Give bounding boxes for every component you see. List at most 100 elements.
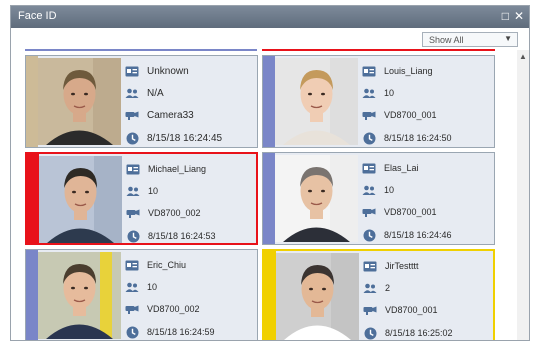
card-time-row: 8/15/18 16:24:53: [126, 228, 216, 244]
card-time-row: 8/15/18 16:24:50: [362, 130, 452, 146]
clock-icon: [125, 325, 139, 339]
card-group-text: 10: [148, 186, 159, 196]
clock-icon: [362, 131, 376, 145]
scroll-up-icon[interactable]: ▲: [519, 52, 527, 61]
card-name-text: Elas_Lai: [384, 163, 419, 173]
people-icon: [126, 184, 140, 198]
card-group-text: 10: [384, 88, 395, 98]
face-card[interactable]: Elas_Lai 10 VD8700_001 8/15/18 16:24:46: [262, 152, 495, 245]
id-card-icon: [126, 162, 140, 176]
card-name-row: Eric_Chiu: [125, 257, 186, 273]
card-group-row: 10: [125, 279, 157, 295]
maximize-icon[interactable]: □: [502, 9, 509, 23]
card-camera-text: VD8700_001: [384, 207, 437, 217]
card-time-text: 8/15/18 16:25:02: [385, 328, 453, 338]
filter-dropdown[interactable]: Show All ▼: [422, 32, 518, 47]
face-photo: [276, 253, 359, 340]
camera-icon: [363, 303, 377, 317]
status-bar: [26, 250, 38, 340]
card-camera-row: VD8700_001: [362, 107, 437, 123]
card-name-row: Louis_Liang: [362, 63, 433, 79]
card-name-text: Eric_Chiu: [147, 260, 187, 270]
card-camera-text: VD8700_002: [147, 304, 200, 314]
card-group-text: 10: [147, 282, 158, 292]
card-group-row: 2: [363, 280, 390, 296]
face-card[interactable]: Louis_Liang 10 VD8700_001 8/15/18 16:24:50: [262, 55, 495, 148]
card-group-text: N/A: [147, 87, 164, 99]
card-camera-row: VD8700_001: [363, 302, 438, 318]
status-bar: [264, 251, 276, 340]
title-bar: Face ID □ ✕: [11, 6, 529, 28]
id-card-icon: [125, 258, 139, 272]
camera-icon: [125, 302, 139, 316]
card-time-text: 8/15/18 16:24:50: [384, 133, 452, 143]
card-time-row: 8/15/18 16:24:46: [362, 227, 452, 243]
face-card[interactable]: Eric_Chiu 10 VD8700_002 8/15/18 16:24:59: [25, 249, 258, 340]
card-camera-text: VD8700_001: [385, 305, 438, 315]
face-id-window: Face ID □ ✕ Show All ▼ ▲ Unknown N/A Camer…: [10, 5, 530, 341]
camera-icon: [126, 206, 140, 220]
id-card-icon: [362, 64, 376, 78]
column-divider-right: [262, 49, 495, 51]
face-card[interactable]: Michael_Liang 10 VD8700_002 8/15/18 16:24:5…: [25, 152, 258, 245]
status-bar: [27, 154, 39, 243]
card-group-row: 10: [362, 85, 394, 101]
chevron-down-icon[interactable]: ▼: [504, 34, 512, 43]
card-camera-text: Camera33: [147, 109, 194, 121]
card-camera-text: VD8700_002: [148, 208, 201, 218]
people-icon: [363, 281, 377, 295]
status-bar: [26, 56, 38, 147]
people-icon: [362, 86, 376, 100]
card-name-text: Michael_Liang: [148, 164, 207, 174]
card-name-text: Unknown: [147, 65, 189, 77]
id-card-icon: [125, 64, 139, 78]
card-camera-row: VD8700_002: [126, 205, 201, 221]
scrollbar[interactable]: ▲: [517, 50, 529, 340]
clock-icon: [362, 228, 376, 242]
id-card-icon: [362, 161, 376, 175]
people-icon: [125, 280, 139, 294]
card-camera-row: Camera33: [125, 107, 194, 123]
people-icon: [362, 183, 376, 197]
card-time-row: 8/15/18 16:24:45: [125, 130, 222, 146]
card-group-row: 10: [126, 183, 158, 199]
card-name-row: Elas_Lai: [362, 160, 419, 176]
filter-selected-value: Show All: [429, 35, 464, 45]
card-time-row: 8/15/18 16:25:02: [363, 325, 453, 340]
camera-icon: [362, 205, 376, 219]
card-group-text: 10: [384, 185, 395, 195]
card-time-text: 8/15/18 16:24:45: [147, 132, 223, 144]
face-photo: [38, 58, 121, 145]
face-photo: [275, 155, 358, 242]
card-group-row: N/A: [125, 85, 164, 101]
clock-icon: [125, 131, 139, 145]
card-name-text: JirTestttt: [385, 261, 419, 271]
card-group-text: 2: [385, 283, 391, 293]
close-icon[interactable]: ✕: [514, 9, 524, 23]
camera-icon: [125, 108, 139, 122]
card-time-text: 8/15/18 16:24:46: [384, 230, 452, 240]
face-photo: [39, 156, 122, 243]
column-divider-left: [25, 49, 257, 51]
card-time-text: 8/15/18 16:24:59: [147, 327, 215, 337]
card-group-row: 10: [362, 182, 394, 198]
people-icon: [125, 86, 139, 100]
camera-icon: [362, 108, 376, 122]
face-photo: [38, 252, 121, 339]
card-time-text: 8/15/18 16:24:53: [148, 231, 216, 241]
clock-icon: [126, 229, 140, 243]
toolbar: Show All ▼: [11, 28, 529, 50]
face-card[interactable]: Unknown N/A Camera33 8/15/18 16:24:45: [25, 55, 258, 148]
card-name-row: Michael_Liang: [126, 161, 206, 177]
card-name-row: Unknown: [125, 63, 189, 79]
card-name-text: Louis_Liang: [384, 66, 433, 76]
status-bar: [263, 56, 275, 147]
status-bar: [263, 153, 275, 244]
card-camera-row: VD8700_002: [125, 301, 200, 317]
card-time-row: 8/15/18 16:24:59: [125, 324, 215, 340]
card-camera-row: VD8700_001: [362, 204, 437, 220]
window-title: Face ID: [18, 10, 57, 22]
card-camera-text: VD8700_001: [384, 110, 437, 120]
face-card[interactable]: JirTestttt 2 VD8700_001 8/15/18 16:25:02: [262, 249, 495, 340]
face-photo: [275, 58, 358, 145]
